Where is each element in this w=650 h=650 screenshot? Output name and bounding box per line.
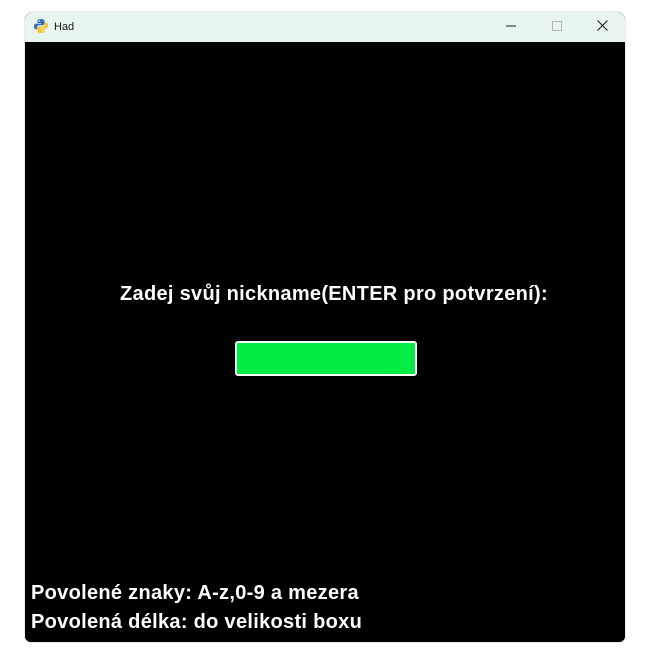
close-icon — [596, 18, 608, 36]
minimize-button[interactable] — [488, 12, 534, 42]
allowed-length-note: Povolená délka: do velikosti boxu — [31, 611, 363, 633]
nickname-prompt: Zadej svůj nickname(ENTER pro potvrzení)… — [120, 283, 548, 305]
close-button[interactable] — [579, 12, 625, 42]
nickname-input[interactable] — [235, 341, 417, 376]
minimize-icon — [506, 18, 516, 36]
python-snake-icon — [33, 18, 49, 34]
maximize-button[interactable] — [534, 12, 580, 42]
game-canvas[interactable]: Zadej svůj nickname(ENTER pro potvrzení)… — [25, 42, 625, 642]
maximize-icon — [552, 18, 562, 36]
app-window: Had Zadej svůj nickname(ENTER pro potvrz… — [25, 12, 625, 642]
allowed-chars-note: Povolené znaky: A-z,0-9 a mezera — [31, 582, 359, 604]
title-bar[interactable]: Had — [25, 12, 625, 42]
window-title: Had — [54, 21, 75, 33]
